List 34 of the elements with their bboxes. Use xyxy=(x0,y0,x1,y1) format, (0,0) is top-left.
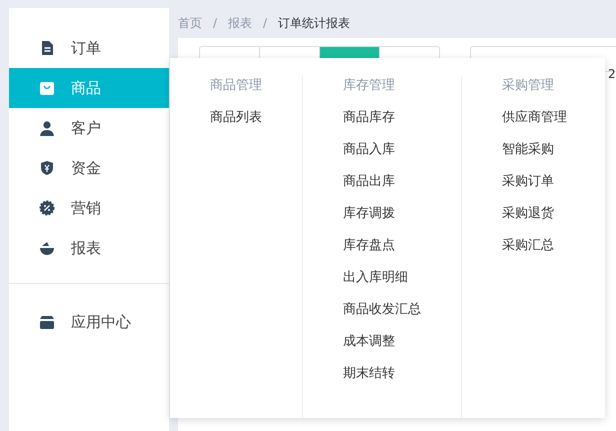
menu-heading: 采购管理 xyxy=(502,77,555,95)
menu-heading: 库存管理 xyxy=(343,77,396,95)
shield-icon xyxy=(39,160,55,176)
menu-item[interactable]: 出入库明细 xyxy=(343,268,461,288)
nav-item[interactable]: 订单 xyxy=(9,28,169,68)
nav-item[interactable]: 应用中心 xyxy=(9,302,169,342)
menu-item[interactable]: 商品出库 xyxy=(343,172,461,192)
menu-item[interactable]: 采购汇总 xyxy=(502,236,605,256)
person-icon xyxy=(39,120,55,136)
breadcrumb-separator: / xyxy=(263,16,268,30)
menu-item[interactable]: 智能采购 xyxy=(502,140,605,160)
menu-item[interactable]: 供应商管理 xyxy=(502,108,605,128)
document-icon xyxy=(39,40,55,56)
menu-item[interactable]: 采购订单 xyxy=(502,172,605,192)
menu-item[interactable]: 商品收发汇总 xyxy=(343,300,461,320)
menu-item[interactable]: 商品入库 xyxy=(343,140,461,160)
menu-item[interactable]: 采购退货 xyxy=(502,204,605,224)
menu-heading: 商品管理 xyxy=(210,77,263,95)
nav-item[interactable]: 报表 xyxy=(9,228,169,268)
menu-item[interactable]: 期末结转 xyxy=(343,364,461,384)
menu-item[interactable]: 商品列表 xyxy=(210,108,302,128)
menu-item[interactable]: 成本调整 xyxy=(343,332,461,352)
nav-item[interactable]: 营销 xyxy=(9,188,169,228)
menu-item[interactable]: 商品库存 xyxy=(343,108,461,128)
badge-icon xyxy=(39,200,55,216)
breadcrumb-current: 订单统计报表 xyxy=(278,14,350,32)
chart-icon xyxy=(39,240,55,256)
breadcrumb-separator: / xyxy=(213,16,218,30)
store-icon xyxy=(39,314,55,330)
bag-icon xyxy=(39,80,55,96)
menu-item[interactable]: 库存盘点 xyxy=(343,236,461,256)
nav-item[interactable]: 客户 xyxy=(9,108,169,148)
menu-item[interactable]: 库存调拨 xyxy=(343,204,461,224)
nav-item[interactable]: 资金 xyxy=(9,148,169,188)
